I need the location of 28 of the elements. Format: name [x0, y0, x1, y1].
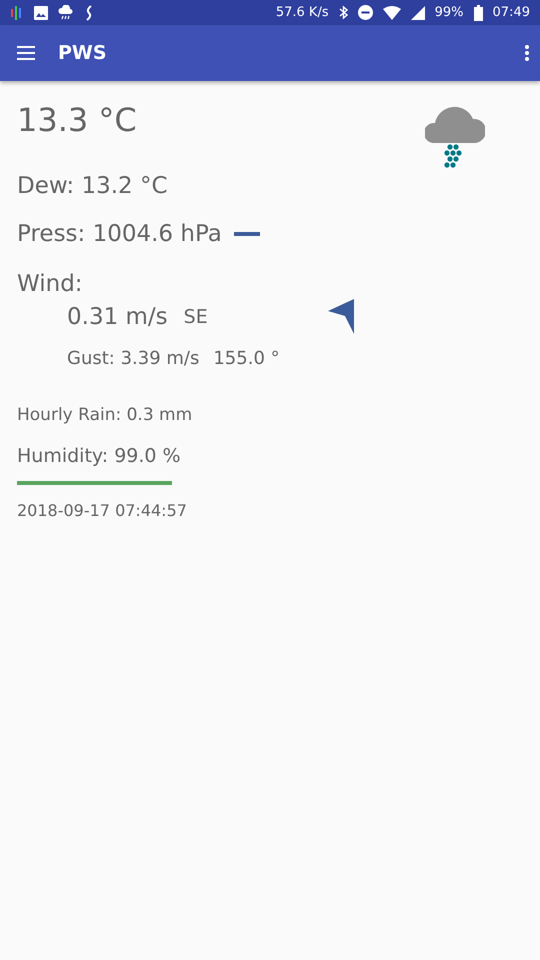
wind-degrees: 155.0 °: [213, 348, 280, 369]
timestamp: 2018-09-17 07:44:57: [17, 501, 188, 520]
wifi-icon: [382, 6, 401, 20]
rain-cloud-icon: [58, 5, 74, 20]
network-speed: 57.6 K/s: [276, 5, 329, 20]
app-icon: [84, 4, 94, 20]
image-icon: [34, 6, 48, 20]
app-icon: [10, 4, 24, 20]
wind-speed: 0.31 m/s: [67, 304, 168, 330]
dew-point: Dew: 13.2 °C: [17, 173, 169, 199]
signal-icon: [410, 6, 425, 20]
battery-icon: [474, 4, 483, 20]
app-title: PWS: [58, 42, 108, 64]
wind-arrow-icon: [328, 299, 355, 334]
wind-label: Wind:: [17, 271, 84, 297]
clock: 07:49: [492, 5, 530, 20]
temperature: 13.3 °C: [17, 101, 137, 141]
humidity: Humidity: 99.0 %: [17, 445, 182, 467]
steady-trend-icon: [234, 232, 260, 236]
pressure: Press: 1004.6 hPa: [17, 221, 222, 247]
wind-direction: SE: [184, 306, 208, 328]
more-options-icon[interactable]: [524, 44, 530, 62]
hourly-rain: Hourly Rain: 0.3 mm: [17, 405, 194, 425]
menu-icon[interactable]: [16, 45, 36, 61]
battery-percent: 99%: [434, 5, 464, 20]
bluetooth-icon: [338, 5, 348, 20]
wind-gust: Gust: 3.39 m/s: [67, 348, 200, 369]
do-not-disturb-icon: [358, 5, 373, 20]
